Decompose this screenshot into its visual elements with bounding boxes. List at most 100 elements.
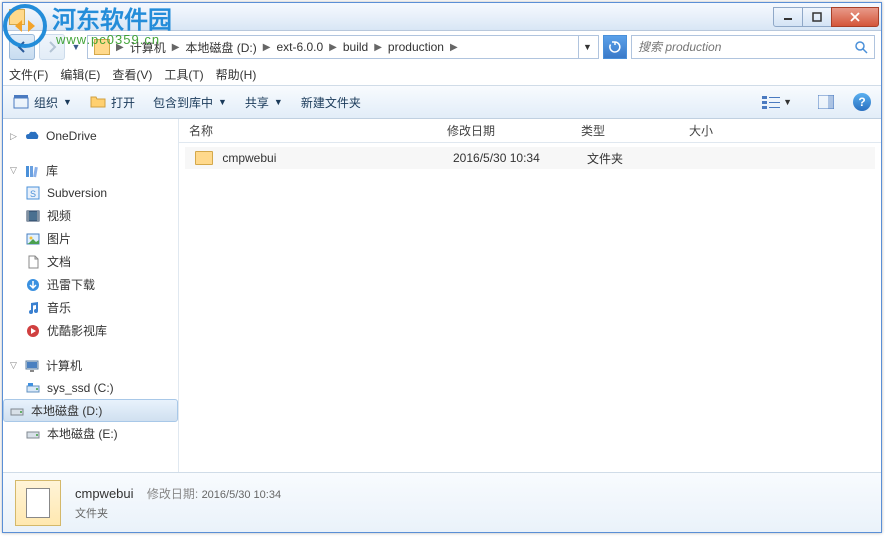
sidebar-drive-e[interactable]: 本地磁盘 (E:)	[3, 422, 178, 445]
titlebar[interactable]	[3, 3, 881, 31]
item-name: cmpwebui	[75, 486, 134, 501]
content-area: ▷ OneDrive ▽ 库 S Subversion 视频 图片	[3, 119, 881, 472]
menu-view[interactable]: 查看(V)	[112, 66, 152, 83]
music-icon	[25, 300, 41, 316]
details-pane: cmpwebui 修改日期: 2016/5/30 10:34 文件夹	[3, 472, 881, 532]
column-header-type[interactable]: 类型	[571, 122, 679, 139]
sidebar-computer[interactable]: ▽ 计算机	[3, 354, 178, 377]
toolbar: 组织 ▼ 打开 包含到库中 ▼ 共享 ▼ 新建文件夹 ▼ ?	[3, 85, 881, 119]
sidebar-drive-d[interactable]: 本地磁盘 (D:)	[3, 399, 178, 422]
sidebar-item-youku[interactable]: 优酷影视库	[3, 319, 178, 342]
file-name-cell: cmpwebui	[185, 151, 443, 166]
image-icon	[25, 231, 41, 247]
share-button[interactable]: 共享 ▼	[245, 94, 283, 111]
search-input[interactable]	[638, 40, 854, 54]
svn-icon: S	[25, 185, 41, 201]
breadcrumb-drive[interactable]: 本地磁盘 (D:)	[181, 39, 260, 56]
chevron-down-icon: ▼	[274, 97, 283, 107]
folder-icon	[195, 151, 213, 165]
sidebar-item-music[interactable]: 音乐	[3, 296, 178, 319]
window-icon	[9, 9, 25, 25]
file-type-cell: 文件夹	[577, 150, 685, 167]
refresh-button[interactable]	[603, 35, 627, 59]
chevron-right-icon: ▶	[114, 42, 126, 53]
item-thumbnail	[15, 480, 61, 526]
item-type: 文件夹	[75, 505, 281, 521]
expand-icon[interactable]: ▷	[9, 132, 18, 141]
chevron-down-icon: ▼	[63, 97, 72, 107]
collapse-icon[interactable]: ▽	[9, 361, 18, 370]
view-mode-button[interactable]: ▼	[755, 91, 799, 113]
sidebar-item-xunlei[interactable]: 迅雷下载	[3, 273, 178, 296]
chevron-right-icon: ▶	[448, 42, 460, 53]
breadcrumb-folder[interactable]: build	[339, 40, 372, 54]
sidebar-onedrive[interactable]: ▷ OneDrive	[3, 125, 178, 147]
file-row[interactable]: cmpwebui 2016/5/30 10:34 文件夹	[185, 147, 875, 169]
column-header-name[interactable]: 名称	[179, 122, 437, 139]
back-arrow-icon	[15, 40, 29, 54]
item-date: 2016/5/30 10:34	[202, 489, 282, 501]
search-icon[interactable]	[854, 40, 868, 54]
file-list[interactable]: 名称 修改日期 类型 大小 cmpwebui 2016/5/30 10:34 文…	[179, 119, 881, 472]
organize-icon	[13, 94, 29, 110]
explorer-window: ▼ ▶ 计算机 ▶ 本地磁盘 (D:) ▶ ext-6.0.0 ▶ build …	[2, 2, 882, 533]
download-icon	[25, 277, 41, 293]
library-icon	[24, 163, 40, 179]
sidebar-item-subversion[interactable]: S Subversion	[3, 182, 178, 204]
forward-button[interactable]	[39, 34, 65, 60]
organize-button[interactable]: 组织 ▼	[13, 94, 72, 111]
drive-icon	[25, 426, 41, 442]
drive-icon	[9, 403, 25, 419]
breadcrumb-dropdown[interactable]: ▼	[578, 36, 596, 58]
chevron-right-icon: ▶	[261, 42, 273, 53]
menu-file[interactable]: 文件(F)	[9, 66, 48, 83]
column-header-date[interactable]: 修改日期	[437, 122, 571, 139]
menu-help[interactable]: 帮助(H)	[216, 66, 257, 83]
breadcrumb-folder[interactable]: ext-6.0.0	[272, 40, 327, 54]
include-library-button[interactable]: 包含到库中 ▼	[153, 94, 227, 111]
close-icon	[849, 11, 861, 23]
close-button[interactable]	[831, 7, 879, 27]
window-controls	[774, 7, 879, 27]
breadcrumb-computer[interactable]: 计算机	[126, 39, 170, 56]
breadcrumb-folder[interactable]: production	[384, 40, 448, 54]
details-view-icon	[762, 95, 780, 109]
refresh-icon	[608, 40, 622, 54]
forward-arrow-icon	[45, 40, 59, 54]
preview-icon	[818, 95, 834, 109]
chevron-right-icon: ▶	[327, 42, 339, 53]
sidebar-drive-c[interactable]: sys_ssd (C:)	[3, 377, 178, 399]
toolbar-right: ▼ ?	[755, 91, 871, 113]
document-icon	[25, 254, 41, 270]
youku-icon	[25, 323, 41, 339]
history-dropdown[interactable]: ▼	[69, 34, 83, 60]
search-box[interactable]	[631, 35, 875, 59]
chevron-right-icon: ▶	[372, 42, 384, 53]
menubar: 文件(F) 编辑(E) 查看(V) 工具(T) 帮助(H)	[3, 63, 881, 85]
new-folder-button[interactable]: 新建文件夹	[301, 94, 361, 111]
sidebar-library[interactable]: ▽ 库	[3, 159, 178, 182]
menu-edit[interactable]: 编辑(E)	[60, 66, 100, 83]
file-date-cell: 2016/5/30 10:34	[443, 151, 577, 165]
cloud-icon	[24, 128, 40, 144]
collapse-icon[interactable]: ▽	[9, 166, 18, 175]
menu-tools[interactable]: 工具(T)	[164, 66, 203, 83]
open-folder-icon	[90, 94, 106, 110]
preview-pane-button[interactable]	[811, 91, 841, 113]
date-label: 修改日期:	[147, 487, 198, 501]
sidebar-item-video[interactable]: 视频	[3, 204, 178, 227]
open-button[interactable]: 打开	[90, 94, 135, 111]
back-button[interactable]	[9, 34, 35, 60]
sidebar-item-document[interactable]: 文档	[3, 250, 178, 273]
minimize-button[interactable]	[773, 7, 803, 27]
column-header-size[interactable]: 大小	[679, 122, 759, 139]
chevron-right-icon: ▶	[170, 42, 182, 53]
sidebar-item-image[interactable]: 图片	[3, 227, 178, 250]
minimize-icon	[783, 12, 793, 22]
maximize-button[interactable]	[802, 7, 832, 27]
breadcrumb-bar[interactable]: ▶ 计算机 ▶ 本地磁盘 (D:) ▶ ext-6.0.0 ▶ build ▶ …	[87, 35, 599, 59]
maximize-icon	[812, 12, 822, 22]
folder-icon	[94, 39, 110, 55]
help-button[interactable]: ?	[853, 93, 871, 111]
navigation-pane[interactable]: ▷ OneDrive ▽ 库 S Subversion 视频 图片	[3, 119, 179, 472]
